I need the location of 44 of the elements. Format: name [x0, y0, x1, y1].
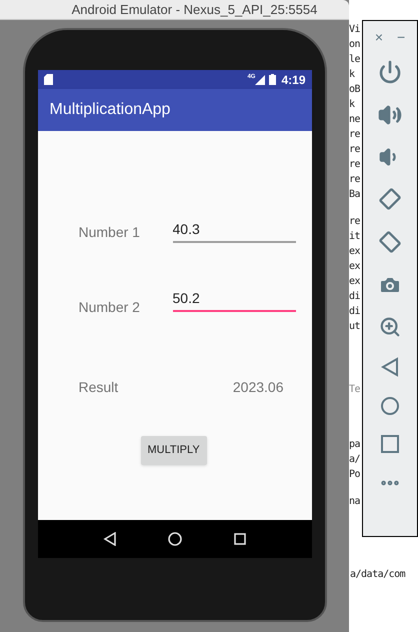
- code-fragment: on: [349, 38, 362, 52]
- number-field[interactable]: 50.2: [172, 288, 296, 312]
- code-fragment: k: [349, 98, 356, 112]
- code-fragment: di: [349, 290, 362, 304]
- result-value: 2023.06: [232, 378, 284, 397]
- code-fragment: ex: [349, 245, 362, 259]
- number-field[interactable]: 40.3: [172, 219, 296, 243]
- code-fragment: re: [349, 173, 362, 187]
- signal-icon: [255, 74, 266, 84]
- app-title: MultiplicationApp: [50, 100, 170, 120]
- window-title: Android Emulator - Nexus_5_API_25:5554: [70, 0, 318, 19]
- code-fragment: Vi: [349, 23, 362, 37]
- code-fragment: ut: [349, 320, 362, 334]
- sd-card-icon: [44, 74, 52, 85]
- code-fragment: oB: [349, 83, 362, 97]
- code-fragment: re: [349, 143, 362, 157]
- code-fragment: re: [349, 215, 362, 229]
- code-fragment: k: [349, 68, 356, 82]
- code-fragment: Ba: [349, 188, 362, 202]
- result-label: Result: [78, 378, 118, 397]
- battery-icon: [269, 74, 276, 85]
- volume-up-icon[interactable]: [378, 103, 402, 127]
- minimize-button[interactable]: −: [397, 27, 406, 48]
- clock: 4:19: [281, 72, 306, 88]
- code-fragment: na: [349, 495, 362, 509]
- code-fragment: it: [349, 230, 362, 244]
- code-fragment: ex: [349, 260, 362, 274]
- field-label: Number 2: [78, 298, 141, 317]
- code-fragment: ne: [349, 113, 362, 127]
- code-fragment: a/: [349, 453, 362, 467]
- field-label: Number 1: [78, 223, 141, 242]
- close-button[interactable]: ×: [374, 27, 383, 48]
- code-fragment: pa: [349, 438, 362, 452]
- code-fragment: re: [349, 158, 362, 172]
- power-icon[interactable]: [378, 60, 402, 84]
- code-fragment: a/data/com: [350, 568, 406, 582]
- code-fragment: Te: [349, 383, 362, 397]
- code-fragment: re: [349, 128, 362, 142]
- code-fragment: di: [349, 305, 362, 319]
- code-fragment: ex: [349, 275, 362, 289]
- zoom-in-icon[interactable]: [379, 316, 401, 338]
- multiply-button[interactable]: MULTIPLY: [140, 436, 207, 465]
- code-fragment: Po: [349, 468, 362, 482]
- code-fragment: le: [349, 53, 362, 67]
